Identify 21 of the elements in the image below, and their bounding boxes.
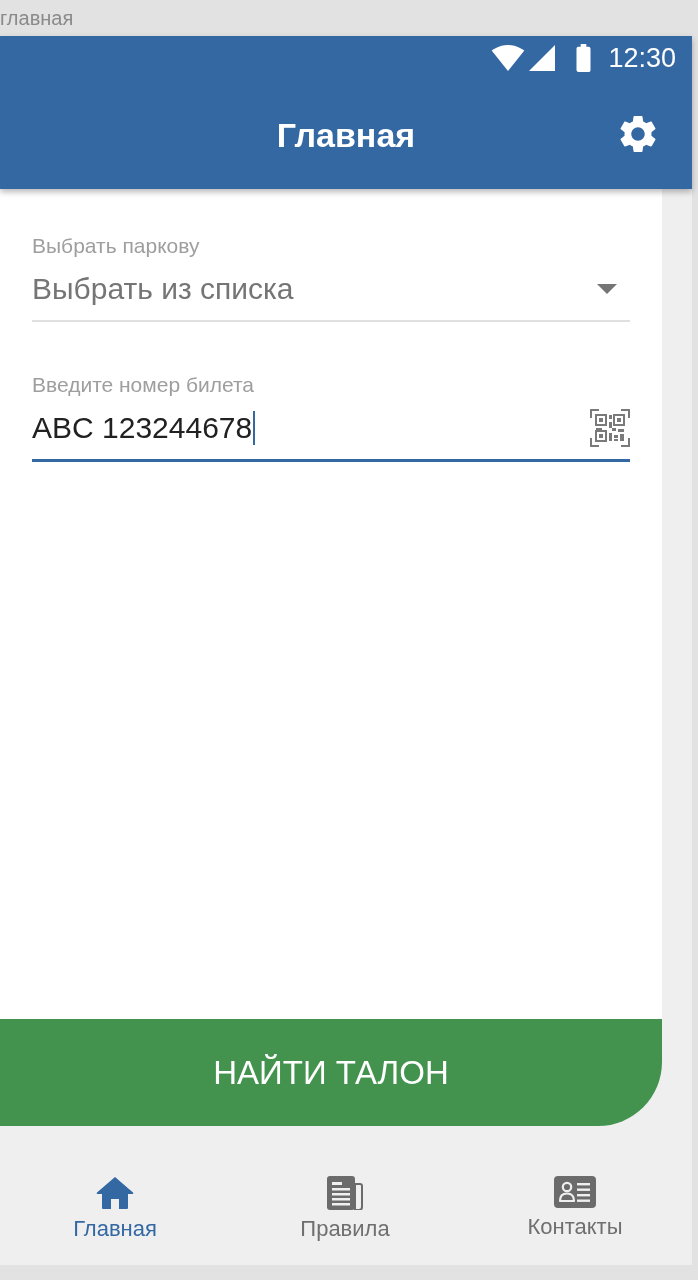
ticket-number-field[interactable]: ABC 123244678 [32, 397, 630, 462]
field-label: Выбрать паркову [32, 233, 200, 258]
page-caption: главная [0, 6, 74, 30]
settings-icon[interactable] [620, 116, 656, 152]
field-label: Введите номер билета [32, 372, 254, 397]
dropdown-caret-icon [597, 284, 617, 294]
parking-select[interactable]: Выбрать из списка [32, 258, 630, 322]
battery-icon [575, 44, 593, 72]
screen-title: Главная [276, 114, 416, 155]
nav-tab[interactable]: Правила [230, 1176, 460, 1242]
home-icon [96, 1176, 134, 1210]
qr-scan-icon[interactable] [590, 409, 630, 447]
newspaper-icon [327, 1176, 363, 1210]
text-cursor [253, 411, 256, 445]
find-ticket-button[interactable]: НАЙТИ ТАЛОН [0, 1019, 662, 1126]
status-time: 12:30 [608, 43, 676, 73]
signal-icon [529, 45, 556, 71]
nav-tab[interactable]: Контакты [460, 1176, 690, 1240]
contact-card-icon [554, 1176, 596, 1208]
wifi-icon [491, 45, 526, 71]
nav-tab[interactable]: Главная [0, 1176, 230, 1242]
